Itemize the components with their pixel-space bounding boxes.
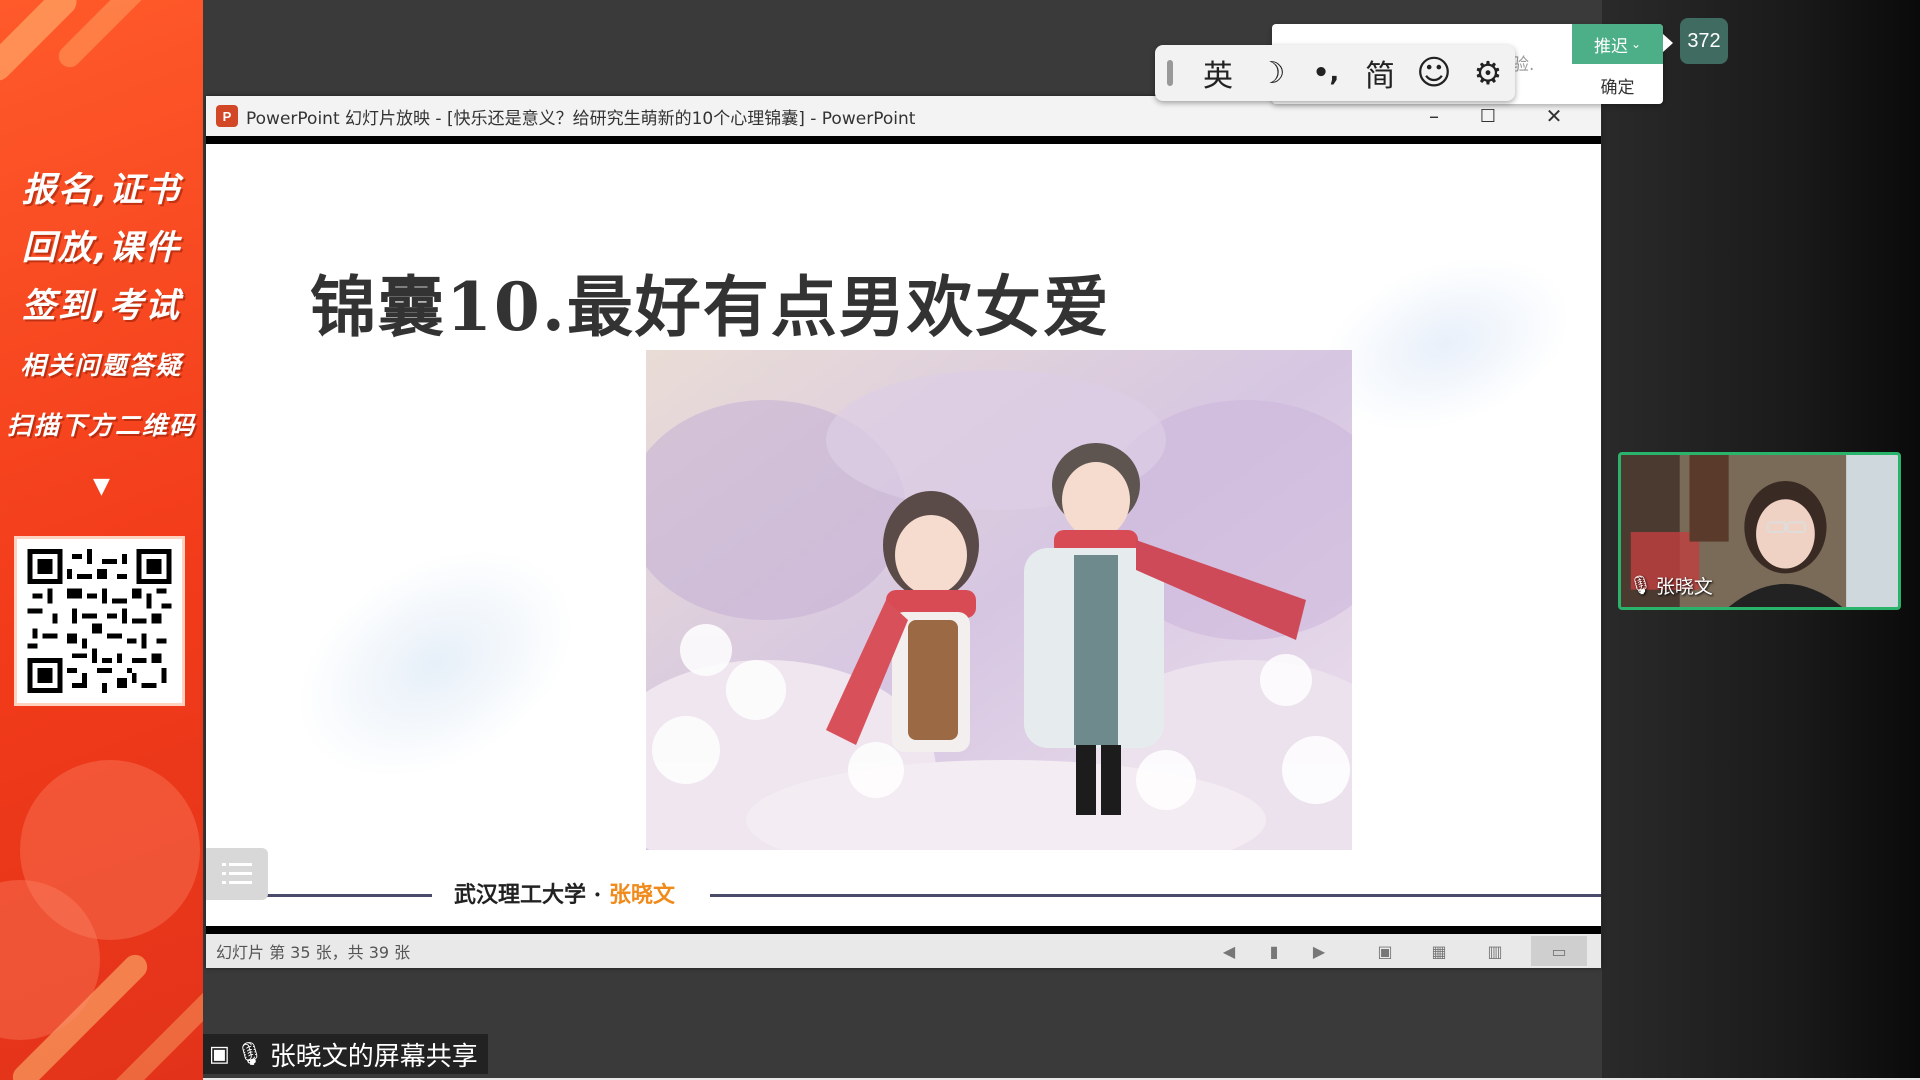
ime-toolbar: 英 ☽ •, 简 ☺ ⚙	[1155, 45, 1515, 101]
footer-author: 张晓文	[608, 882, 675, 908]
slide-menu-button[interactable]	[206, 848, 268, 900]
confirm-button[interactable]: 确定	[1572, 66, 1663, 104]
microphone-icon: 🎙	[235, 1041, 264, 1067]
microphone-icon: 🎙	[1629, 575, 1652, 596]
qr-code[interactable]	[14, 536, 185, 706]
chevron-down-icon: ⌄	[1630, 37, 1642, 51]
footer-school: 武汉理工大学 ·	[454, 882, 609, 908]
popup-pointer	[1663, 34, 1673, 52]
slide-counter: 幻灯片 第 35 张，共 39 张	[216, 943, 411, 962]
postpone-button[interactable]: 推迟 ⌄	[1572, 24, 1663, 64]
slide-footer: 武汉理工大学 · 张晓文	[454, 877, 675, 909]
slide-sorter-icon[interactable]: ▦	[1428, 941, 1450, 961]
screen-share-label: ▣ 🎙 张晓文的屏幕共享	[203, 1034, 488, 1074]
speaker-name: 张晓文	[1655, 576, 1713, 598]
promo-line-qa: 相关问题答疑	[20, 351, 183, 380]
arrow-down-icon: ▼	[93, 474, 110, 499]
couple-illustration	[646, 350, 1352, 850]
slide-title: 锦囊10.最好有点男欢女爱	[310, 268, 1111, 346]
list-icon	[222, 863, 252, 884]
reminder-text: 验.	[1512, 55, 1535, 75]
previous-slide-icon[interactable]: ◀	[1218, 941, 1240, 961]
moon-icon[interactable]: ☽	[1245, 45, 1299, 101]
pause-icon[interactable]: ▮	[1263, 941, 1285, 961]
ppt-statusbar: 幻灯片 第 35 张，共 39 张 ◀ ▮ ▶ ▣ ▦ ▥ ▭	[206, 934, 1601, 968]
promo-line-replay: 回放,课件	[22, 228, 181, 268]
drag-handle[interactable]	[1167, 60, 1173, 86]
slideshow-view-icon[interactable]: ▭	[1531, 936, 1587, 966]
reading-view-icon[interactable]: ▥	[1484, 941, 1506, 961]
footer-rule-right	[710, 894, 1601, 897]
feather-decoration	[256, 502, 616, 826]
powerpoint-logo-icon: P	[216, 105, 238, 127]
promo-line-checkin: 签到,考试	[22, 286, 181, 326]
slide-canvas[interactable]: 锦囊10.最好有点男欢女爱 武汉理工大学 · 张晓文	[206, 144, 1601, 926]
settings-icon[interactable]: ⚙	[1461, 45, 1515, 101]
promo-sidebar: 报名,证书 回放,课件 签到,考试 相关问题答疑 扫描下方二维码 ▼	[0, 0, 203, 1080]
promo-line-scan: 扫描下方二维码	[6, 411, 196, 440]
simplified-toggle[interactable]: 简	[1353, 45, 1407, 101]
participant-count-badge[interactable]: 372	[1680, 18, 1728, 64]
window-title: PowerPoint 幻灯片放映 - [快乐还是意义？给研究生萌新的10个心理锦…	[246, 108, 916, 129]
postpone-label: 推迟	[1593, 36, 1628, 57]
next-slide-icon[interactable]: ▶	[1308, 941, 1330, 961]
speaker-video[interactable]: 🎙 张晓文	[1618, 452, 1901, 610]
language-toggle[interactable]: 英	[1191, 45, 1245, 101]
screen-share-icon: ▣	[209, 1041, 230, 1067]
normal-view-icon[interactable]: ▣	[1374, 941, 1396, 961]
punctuation-toggle[interactable]: •,	[1299, 45, 1353, 101]
emoji-icon[interactable]: ☺	[1407, 45, 1461, 101]
powerpoint-window: P PowerPoint 幻灯片放映 - [快乐还是意义？给研究生萌新的10个心…	[206, 96, 1601, 968]
promo-line-signup: 报名,证书	[22, 170, 181, 210]
speaker-name-label: 🎙 张晓文	[1629, 572, 1713, 599]
screen-share-owner: 张晓文的屏幕共享	[269, 1041, 478, 1072]
